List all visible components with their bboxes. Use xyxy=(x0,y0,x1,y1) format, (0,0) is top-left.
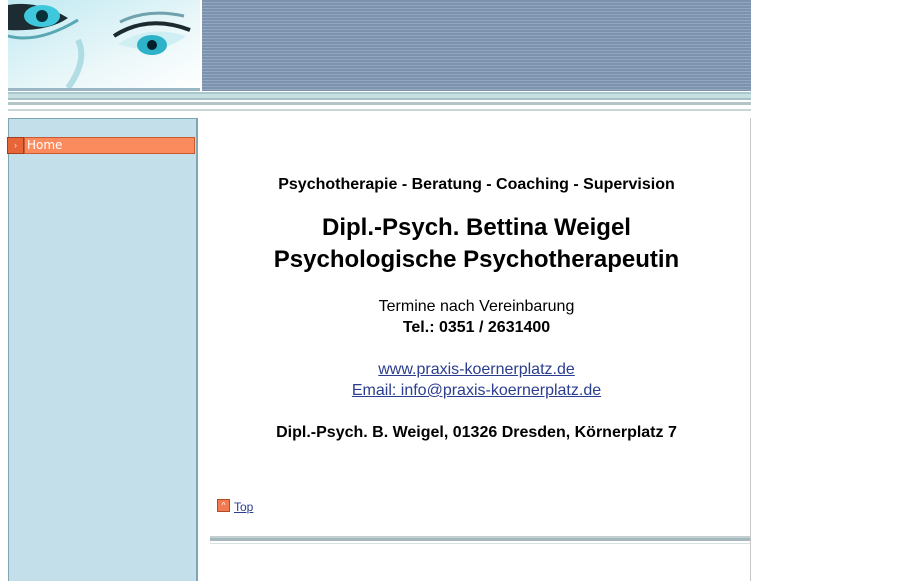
top-link-label[interactable]: Top xyxy=(234,500,253,514)
website-link[interactable]: www.praxis-koernerplatz.de xyxy=(203,361,750,379)
address-text: Dipl.-Psych. B. Weigel, 01326 Dresden, K… xyxy=(276,424,677,441)
header-banner xyxy=(202,0,751,91)
page-title: Dipl.-Psych. Bettina Weigel xyxy=(322,214,631,241)
sidebar-item-label: Home xyxy=(24,137,195,154)
header-eye-image xyxy=(8,0,200,88)
arrow-right-icon: › xyxy=(7,137,24,154)
header-separator xyxy=(8,91,751,113)
email-link[interactable]: Email: info@praxis-koernerplatz.de xyxy=(203,382,750,400)
sidebar: › Home xyxy=(7,118,199,581)
page-subtitle: Psychotherapie - Beratung - Coaching - S… xyxy=(278,176,675,193)
phone-number: Tel.: 0351 / 2631400 xyxy=(402,319,551,336)
arrow-up-icon: ^ xyxy=(217,499,230,512)
footer-divider xyxy=(750,538,751,581)
footer-separator xyxy=(210,536,750,546)
appointments-text: Termine nach Vereinbarung xyxy=(378,298,575,315)
page-title-secondary: Psychologische Psychotherapeutin xyxy=(273,246,680,273)
sidebar-item-home[interactable]: › Home xyxy=(7,137,199,156)
main-content: Psychotherapie - Beratung - Coaching - S… xyxy=(203,118,751,538)
